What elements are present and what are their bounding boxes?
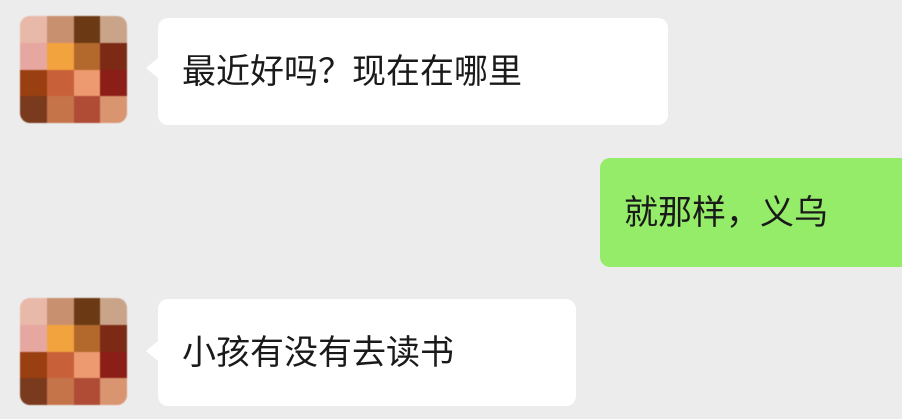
chat-window: 最近好吗？现在在哪里 就那样，义乌 小孩有没有去读书 [0,0,902,419]
message-bubble-incoming[interactable]: 小孩有没有去读书 [158,299,576,406]
bubble-tail [146,58,158,78]
message-bubble-incoming[interactable]: 最近好吗？现在在哪里 [158,18,668,125]
contact-avatar[interactable] [20,298,127,405]
contact-avatar[interactable] [20,16,127,123]
message-text: 就那样，义乌 [624,192,828,233]
message-text: 小孩有没有去读书 [182,332,454,373]
message-text: 最近好吗？现在在哪里 [182,51,522,92]
message-row-incoming: 最近好吗？现在在哪里 [0,0,902,140]
message-row-outgoing: 就那样，义乌 [0,140,902,280]
message-row-incoming: 小孩有没有去读书 [0,283,902,419]
message-bubble-outgoing[interactable]: 就那样，义乌 [600,158,902,267]
bubble-tail [146,341,158,361]
